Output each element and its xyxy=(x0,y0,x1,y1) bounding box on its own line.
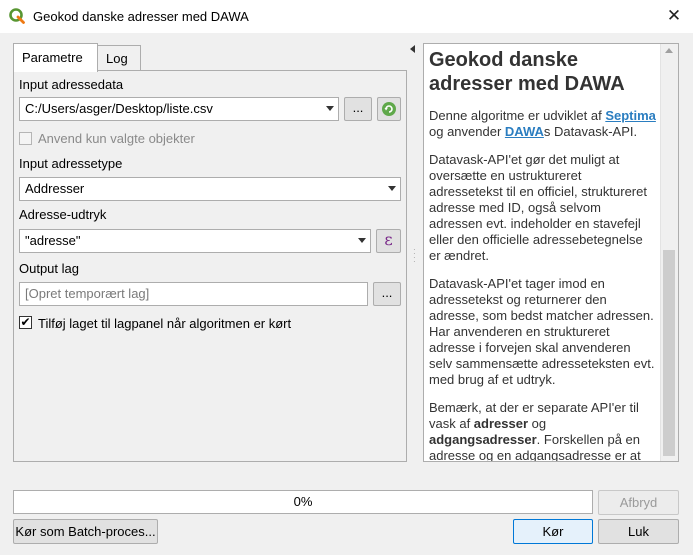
iterate-button[interactable] xyxy=(377,97,401,121)
help-paragraph-2: Datavask-API'et gør det muligt at oversæ… xyxy=(429,152,647,263)
type-label: Input adressetype xyxy=(19,156,123,171)
batch-process-button[interactable]: Kør som Batch-proces... xyxy=(13,519,158,544)
expression-label: Adresse-udtryk xyxy=(19,207,107,222)
chevron-down-icon xyxy=(358,238,366,243)
tab-log[interactable]: Log xyxy=(97,45,141,71)
output-layer-field[interactable]: [Opret temporært lag] xyxy=(19,282,368,306)
splitter-handle[interactable]: · · · · xyxy=(413,246,416,266)
help-panel: Geokod danske adresser med DAWA Denne al… xyxy=(423,43,679,462)
help-scrollbar[interactable] xyxy=(660,44,678,461)
add-to-project-checkbox[interactable]: ✔ xyxy=(19,316,32,329)
cancel-button[interactable]: Afbryd xyxy=(598,490,679,515)
window-title: Geokod danske adresser med DAWA xyxy=(33,9,249,24)
expression-value: "adresse" xyxy=(25,233,81,248)
browse-output-button[interactable]: ... xyxy=(373,282,401,306)
title-bar: Geokod danske adresser med DAWA ✕ xyxy=(0,0,693,33)
dawa-link[interactable]: DAWA xyxy=(505,124,544,139)
input-layer-value: C:/Users/asger/Desktop/liste.csv xyxy=(25,101,213,116)
input-label: Input adressedata xyxy=(19,77,124,92)
expression-combo[interactable]: "adresse" xyxy=(19,229,371,253)
expression-builder-button[interactable]: ε xyxy=(376,229,401,253)
browse-input-button[interactable]: ... xyxy=(344,97,372,121)
output-label: Output lag xyxy=(19,261,79,276)
help-paragraph-3: Datavask-API'et tager imod en adressetek… xyxy=(429,276,655,387)
run-button[interactable]: Kør xyxy=(513,519,593,544)
input-layer-combo[interactable]: C:/Users/asger/Desktop/liste.csv xyxy=(19,97,339,121)
address-type-combo[interactable]: Addresser xyxy=(19,177,401,201)
scrollbar-thumb[interactable] xyxy=(663,250,675,456)
help-title: Geokod danske adresser med DAWA xyxy=(429,49,625,95)
help-paragraph-4: Bemærk, at der er separate API'er til va… xyxy=(429,400,641,462)
qgis-logo-icon xyxy=(9,8,25,24)
address-type-value: Addresser xyxy=(25,181,85,196)
add-to-project-label: Tilføj laget til lagpanel når algoritmen… xyxy=(38,316,292,331)
chevron-down-icon xyxy=(326,106,334,111)
close-icon[interactable]: ✕ xyxy=(660,2,688,30)
progress-bar: 0% xyxy=(13,490,593,514)
tab-parametre[interactable]: Parametre xyxy=(13,43,98,72)
septima-link[interactable]: Septima xyxy=(605,108,656,123)
chevron-down-icon xyxy=(388,186,396,191)
close-button[interactable]: Luk xyxy=(598,519,679,544)
refresh-icon xyxy=(382,102,396,116)
selected-only-checkbox[interactable] xyxy=(19,132,32,145)
selected-only-label: Anvend kun valgte objekter xyxy=(38,131,195,146)
collapse-help-arrow-icon[interactable] xyxy=(410,45,415,53)
scroll-up-arrow-icon[interactable] xyxy=(665,48,673,53)
help-paragraph-1: Denne algoritme er udviklet af Septima o… xyxy=(429,108,656,139)
